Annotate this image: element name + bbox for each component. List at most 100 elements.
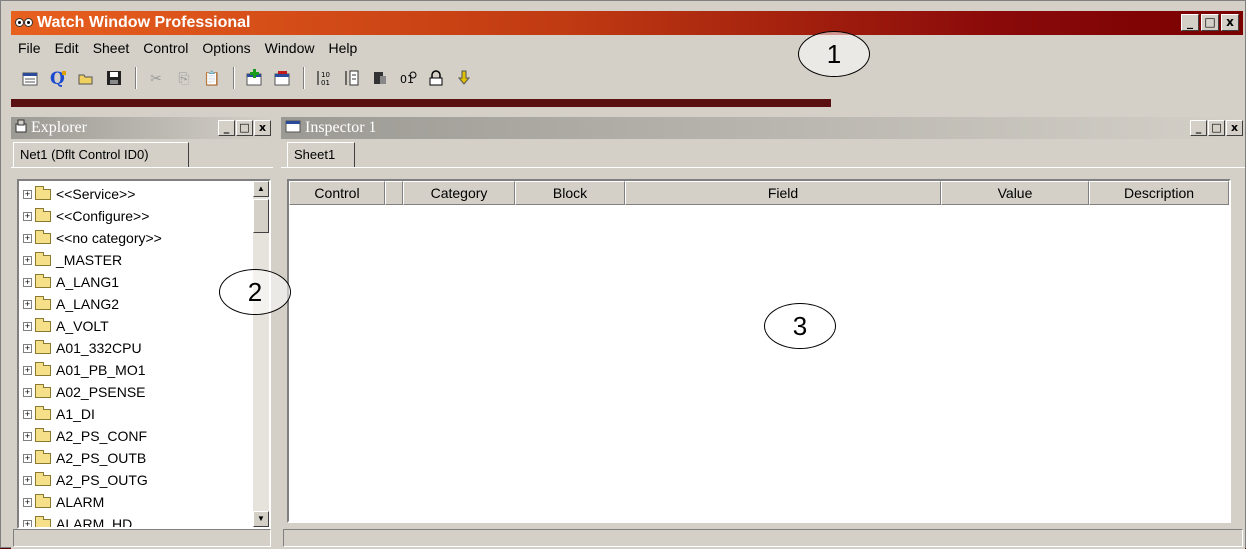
minimize-button[interactable]: _ [1181, 14, 1199, 31]
tree-item[interactable]: + ALARM_HD [19, 513, 253, 527]
column-header-control[interactable]: Control [289, 181, 385, 205]
copy-icon[interactable]: ⎘ [173, 67, 195, 89]
expand-icon[interactable]: + [23, 431, 32, 441]
properties-icon[interactable] [369, 67, 391, 89]
tree-item[interactable]: + A_LANG2 [19, 293, 253, 315]
tree-item[interactable]: + A2_PS_CONF [19, 425, 253, 447]
folder-icon [35, 273, 51, 288]
column-header-value[interactable]: Value [941, 181, 1089, 205]
tab-sheet1[interactable]: Sheet1 [287, 142, 355, 168]
expand-icon[interactable]: + [23, 255, 32, 265]
tree-item[interactable]: + A_LANG1 [19, 271, 253, 293]
window-title: Watch Window Professional [37, 14, 251, 31]
expand-icon[interactable]: + [23, 299, 32, 309]
column-header-description[interactable]: Description [1089, 181, 1229, 205]
expand-icon[interactable]: + [23, 321, 32, 331]
tree-item[interactable]: + <<Service>> [19, 183, 253, 205]
expand-icon[interactable]: + [23, 365, 32, 375]
folder-icon [35, 207, 51, 222]
inspector-status-bar [283, 529, 1243, 547]
column-header-block[interactable]: Block [515, 181, 625, 205]
tree-item-label: A1_DI [56, 406, 95, 422]
expand-icon[interactable]: + [23, 211, 32, 221]
tree-item[interactable]: + <<Configure>> [19, 205, 253, 227]
cut-icon[interactable]: ✂ [145, 67, 167, 89]
expand-icon[interactable]: + [23, 409, 32, 419]
expand-icon[interactable]: + [23, 277, 32, 287]
tree-item[interactable]: + A_VOLT [19, 315, 253, 337]
explorer-title: Explorer [31, 119, 87, 136]
new-sheet-icon[interactable] [19, 67, 41, 89]
paste-icon[interactable]: 📋 [201, 67, 223, 89]
tree-item-label: <<Service>> [56, 186, 136, 202]
expand-icon[interactable]: + [23, 453, 32, 463]
menu-sheet[interactable]: Sheet [86, 40, 137, 56]
inspector-minimize-button[interactable]: _ [1190, 120, 1207, 136]
tree-scrollbar[interactable]: ▲ ▼ [253, 181, 269, 527]
expand-icon[interactable]: + [23, 189, 32, 199]
explorer-close-button[interactable]: x [254, 120, 271, 136]
tree-item-label: <<Configure>> [56, 208, 150, 224]
sort-asc-icon[interactable]: 10 01 [313, 67, 335, 89]
menu-bar: File Edit Sheet Control Options Window H… [11, 37, 364, 59]
tree-item[interactable]: + A2_PS_OUTG [19, 469, 253, 491]
maximize-button[interactable]: □ [1201, 14, 1219, 31]
tree-item-label: ALARM [56, 494, 105, 510]
inspector-title-bar[interactable]: Inspector 1 _ □ x [281, 117, 1245, 139]
download-icon[interactable] [453, 67, 475, 89]
expand-icon[interactable]: + [23, 387, 32, 397]
inspector-icon [285, 119, 301, 138]
scroll-down-button[interactable]: ▼ [253, 511, 269, 527]
explorer-maximize-button[interactable]: □ [236, 120, 253, 136]
tree-item[interactable]: + A2_PS_OUTB [19, 447, 253, 469]
inspector-grid: Control Category Block Field Value Descr… [287, 179, 1231, 523]
tree-item-label: A_VOLT [56, 318, 109, 334]
inspector-close-button[interactable]: x [1226, 120, 1243, 136]
sort-desc-icon[interactable] [341, 67, 363, 89]
callout-2: 2 [219, 269, 291, 315]
expand-icon[interactable]: + [23, 343, 32, 353]
title-bar[interactable]: Watch Window Professional _ □ x [11, 11, 1243, 35]
expand-icon[interactable]: + [23, 497, 32, 507]
explorer-title-bar[interactable]: Explorer _ □ x [11, 117, 273, 139]
tree-item[interactable]: + _MASTER [19, 249, 253, 271]
tab-net1[interactable]: Net1 (Dflt Control ID0) [13, 142, 189, 168]
tree-item-label: A2_PS_OUTG [56, 472, 148, 488]
tree-item[interactable]: + A1_DI [19, 403, 253, 425]
expand-icon[interactable]: + [23, 519, 32, 527]
svg-text:01: 01 [321, 79, 330, 87]
connect-icon[interactable]: Q [47, 67, 69, 89]
add-inspector-icon[interactable] [243, 67, 265, 89]
inspector-maximize-button[interactable]: □ [1208, 120, 1225, 136]
folder-icon [35, 339, 51, 354]
lock-icon[interactable] [425, 67, 447, 89]
tree-item-label: _MASTER [56, 252, 123, 268]
folder-icon [35, 251, 51, 266]
panel-splitter[interactable] [273, 117, 281, 549]
explorer-minimize-button[interactable]: _ [218, 120, 235, 136]
menu-help[interactable]: Help [321, 40, 364, 56]
tree-item[interactable]: + <<no category>> [19, 227, 253, 249]
expand-icon[interactable]: + [23, 475, 32, 485]
open-icon[interactable] [75, 67, 97, 89]
scroll-up-button[interactable]: ▲ [253, 181, 269, 197]
tree-item[interactable]: + A01_332CPU [19, 337, 253, 359]
column-header-field[interactable]: Field [625, 181, 941, 205]
tree-item[interactable]: + ALARM [19, 491, 253, 513]
menu-edit[interactable]: Edit [48, 40, 86, 56]
column-header-category[interactable]: Category [403, 181, 515, 205]
tree-item[interactable]: + A01_PB_MO1 [19, 359, 253, 381]
menu-window[interactable]: Window [258, 40, 322, 56]
menu-control[interactable]: Control [136, 40, 195, 56]
scroll-thumb[interactable] [253, 199, 269, 233]
menu-options[interactable]: Options [195, 40, 257, 56]
folder-icon [35, 229, 51, 244]
refresh-icon[interactable]: 01 [397, 67, 419, 89]
expand-icon[interactable]: + [23, 233, 32, 243]
close-button[interactable]: x [1221, 14, 1239, 31]
remove-inspector-icon[interactable] [271, 67, 293, 89]
tree-item[interactable]: + A02_PSENSE [19, 381, 253, 403]
svg-text:10: 10 [321, 71, 330, 79]
save-icon[interactable] [103, 67, 125, 89]
menu-file[interactable]: File [11, 40, 48, 56]
